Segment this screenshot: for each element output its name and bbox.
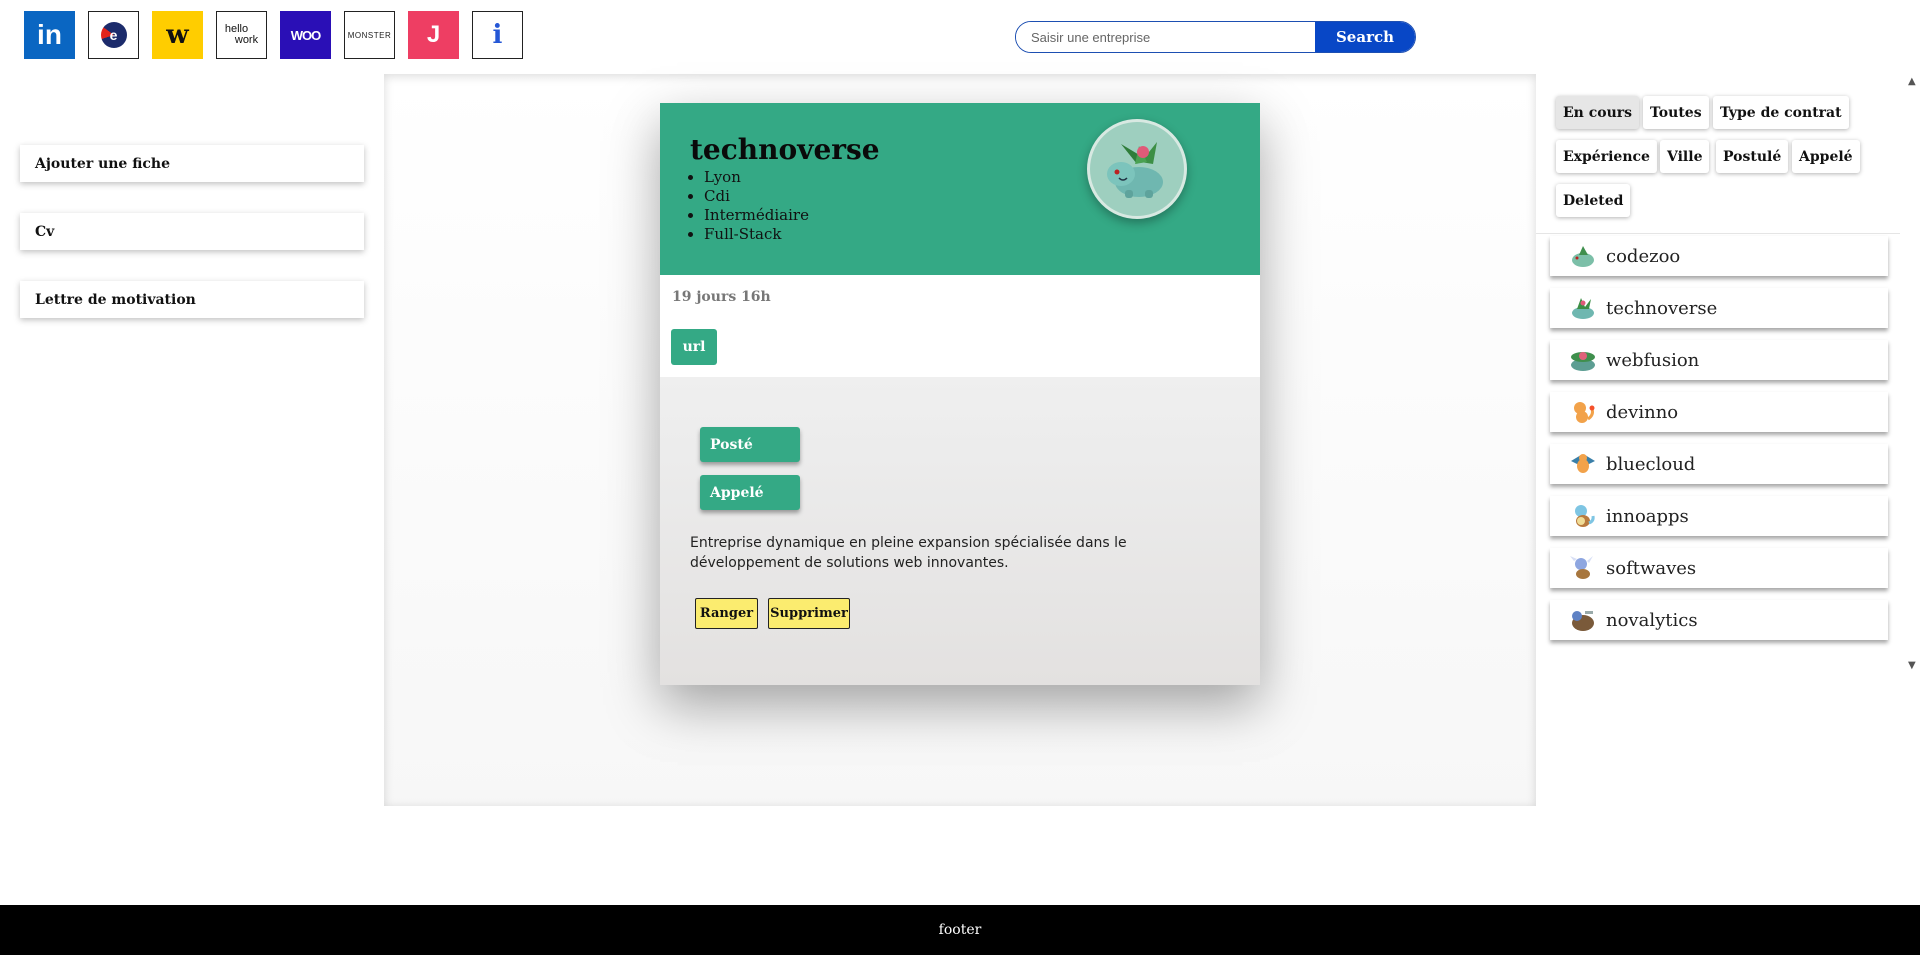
cover-letter-button[interactable]: Lettre de motivation (20, 281, 364, 318)
ivysaur-sprite-icon (1107, 142, 1163, 198)
tag-experience: Intermédiaire (704, 206, 809, 225)
monster-logo-text: MONSTER (347, 30, 392, 40)
list-scrollbar[interactable]: ▲ ▼ (1905, 74, 1920, 674)
indeed-logo-button[interactable]: i (472, 11, 523, 59)
list-item[interactable]: softwaves (1550, 548, 1888, 588)
filter-in-progress[interactable]: En cours (1556, 96, 1640, 129)
jobteaser-logo-text: J (426, 21, 441, 48)
company-name: softwaves (1606, 557, 1697, 579)
woo-logo-text: WOO (290, 27, 321, 43)
called-status-button[interactable]: Appelé (700, 475, 800, 510)
company-name: technoverse (1606, 297, 1718, 319)
company-name: innoapps (1606, 505, 1689, 527)
company-name: devinno (1606, 401, 1679, 423)
ivysaur-sprite-icon (1568, 293, 1598, 323)
footer-text: footer (938, 922, 982, 938)
filter-experience[interactable]: Expérience (1556, 140, 1657, 173)
blastoise-sprite-icon (1568, 605, 1598, 635)
archive-button[interactable]: Ranger (695, 598, 758, 629)
company-name: bluecloud (1606, 453, 1696, 475)
cv-button[interactable]: Cv (20, 213, 364, 250)
hellowork-logo-bottom: work (234, 34, 259, 46)
elapsed-time: 19 jours 16h (672, 289, 771, 305)
company-name: codezoo (1606, 245, 1681, 267)
company-description: Entreprise dynamique en pleine expansion… (690, 535, 1127, 571)
main-area: technoverse Lyon Cdi Intermédiaire Full-… (384, 74, 1536, 806)
posted-status-button[interactable]: Posté (700, 427, 800, 462)
jobteaser-logo-button[interactable]: J (408, 11, 459, 59)
company-avatar (1087, 119, 1187, 219)
list-item[interactable]: innoapps (1550, 496, 1888, 536)
bulbasaur-sprite-icon (1568, 241, 1598, 271)
card-tags: Lyon Cdi Intermédiaire Full-Stack (704, 168, 809, 244)
list-item[interactable]: technoverse (1550, 288, 1888, 328)
list-item[interactable]: webfusion (1550, 340, 1888, 380)
filter-all[interactable]: Toutes (1643, 96, 1709, 129)
welcome-jungle-logo-button[interactable]: w (152, 11, 203, 59)
tag-contract: Cdi (704, 187, 809, 206)
filter-deleted[interactable]: Deleted (1556, 184, 1631, 217)
venusaur-sprite-icon (1568, 345, 1598, 375)
search-button[interactable]: Search (1315, 22, 1415, 52)
scroll-down-icon[interactable]: ▼ (1908, 660, 1916, 671)
list-item[interactable]: bluecloud (1550, 444, 1888, 484)
footer: footer (0, 905, 1920, 955)
wartortle-sprite-icon (1568, 553, 1598, 583)
card-header: technoverse Lyon Cdi Intermédiaire Full-… (660, 103, 1260, 275)
company-name: novalytics (1606, 609, 1698, 631)
indeed-logo-text: i (492, 20, 503, 50)
filter-contract-type[interactable]: Type de contrat (1713, 96, 1849, 129)
card-meta: 19 jours 16h url (660, 275, 1260, 377)
pole-emploi-logo-text: e (109, 27, 118, 43)
right-panel: En cours Toutes Type de contrat Expérien… (1536, 74, 1920, 806)
search-input[interactable] (1016, 22, 1315, 52)
hellowork-logo-button[interactable]: hello work (216, 11, 267, 59)
add-sheet-button[interactable]: Ajouter une fiche (20, 145, 364, 182)
tag-city: Lyon (704, 168, 809, 187)
pole-emploi-icon: e (100, 22, 127, 48)
charizard-sprite-icon (1568, 449, 1598, 479)
linkedin-logo-text: in (37, 19, 62, 50)
filter-called[interactable]: Appelé (1792, 140, 1860, 173)
list-item[interactable]: devinno (1550, 392, 1888, 432)
filter-bar: En cours Toutes Type de contrat Expérien… (1536, 74, 1900, 234)
search-bar: Search (1015, 21, 1416, 53)
top-bar: in e w hello work WOO MONSTER J i Search (0, 0, 1920, 74)
monster-logo-button[interactable]: MONSTER (344, 11, 395, 59)
url-button[interactable]: url (671, 329, 717, 365)
linkedin-logo-button[interactable]: in (24, 11, 75, 59)
filter-city[interactable]: Ville (1660, 140, 1710, 173)
company-card: technoverse Lyon Cdi Intermédiaire Full-… (660, 103, 1260, 685)
card-title: technoverse (690, 133, 880, 166)
tag-stack: Full-Stack (704, 225, 809, 244)
company-name: webfusion (1606, 349, 1700, 371)
woo-logo-button[interactable]: WOO (280, 11, 331, 59)
squirtle-sprite-icon (1568, 501, 1598, 531)
list-item[interactable]: codezoo (1550, 236, 1888, 276)
scroll-up-icon[interactable]: ▲ (1908, 76, 1916, 87)
delete-button[interactable]: Supprimer (768, 598, 850, 629)
filter-applied[interactable]: Postulé (1716, 140, 1789, 173)
pole-emploi-logo-button[interactable]: e (88, 11, 139, 59)
welcome-jungle-logo-text: w (166, 20, 189, 50)
list-item[interactable]: novalytics (1550, 600, 1888, 640)
left-sidebar: Ajouter une fiche Cv Lettre de motivatio… (0, 74, 384, 806)
charmander-sprite-icon (1568, 397, 1598, 427)
